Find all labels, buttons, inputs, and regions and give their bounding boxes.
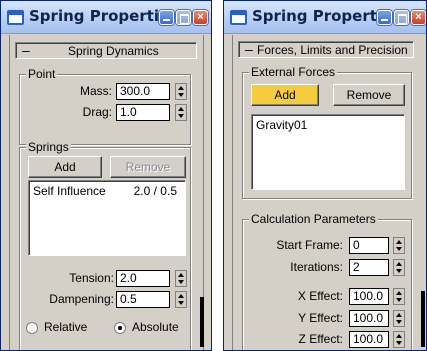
rollout-spring-dynamics[interactable]: – Spring Dynamics — [15, 42, 197, 59]
iterations-field[interactable]: 2 — [349, 259, 389, 276]
list-item[interactable]: Self Influence 2.0 / 0.5 — [33, 184, 181, 198]
mass-spinner[interactable] — [175, 83, 187, 100]
y-effect-spinner[interactable] — [393, 310, 405, 327]
group-label: Calculation Parameters — [249, 212, 378, 226]
relative-radio[interactable] — [26, 322, 38, 334]
start-frame-field[interactable]: 0 — [349, 237, 389, 254]
title-bar[interactable]: Spring Properti... × — [1, 1, 211, 34]
title-bar[interactable]: Spring Properti... × — [224, 1, 426, 34]
rollout-forces-limits-precision[interactable]: – Forces, Limits and Precision — [238, 41, 414, 58]
springs-list[interactable]: Self Influence 2.0 / 0.5 — [28, 180, 186, 256]
rollout-title: Forces, Limits and Precision — [257, 43, 408, 57]
dampening-label: Dampening: — [49, 292, 114, 306]
drag-field[interactable]: 1.0 — [116, 104, 170, 121]
collapse-icon: – — [245, 41, 253, 57]
mass-field[interactable]: 300.0 — [116, 83, 170, 100]
start-frame-spinner[interactable] — [393, 237, 405, 254]
external-forces-group: External Forces Add Remove Gravity01 — [242, 65, 412, 199]
remove-force-button[interactable]: Remove — [333, 84, 405, 106]
maximize-icon[interactable] — [394, 10, 409, 25]
add-force-button[interactable]: Add — [251, 84, 319, 106]
calculation-parameters-group: Calculation Parameters Start Frame: 0 It… — [242, 212, 412, 350]
spring-properties-window-right: Spring Properti... × – Forces, Limits an… — [223, 0, 427, 351]
dampening-field[interactable]: 0.5 — [116, 291, 170, 308]
app-window-icon — [7, 10, 24, 25]
window-title: Spring Properti... — [29, 7, 177, 25]
group-label: Springs — [26, 140, 71, 154]
panel-border — [9, 35, 10, 350]
drag-spinner[interactable] — [175, 104, 187, 121]
drag-label: Drag: — [82, 105, 112, 119]
tension-spinner[interactable] — [175, 270, 187, 287]
minimize-icon[interactable] — [377, 10, 392, 25]
dampening-spinner[interactable] — [175, 291, 187, 308]
scroll-indicator[interactable] — [200, 297, 204, 347]
start-frame-label: Start Frame: — [276, 238, 343, 252]
group-label: Point — [26, 67, 58, 81]
tension-field[interactable]: 2.0 — [116, 270, 170, 287]
panel-border — [232, 35, 233, 350]
close-icon[interactable]: × — [411, 10, 426, 25]
y-effect-label: Y Effect: — [298, 311, 343, 325]
list-item[interactable]: Gravity01 — [256, 118, 400, 132]
iterations-label: Iterations: — [290, 260, 343, 274]
spring-name: Self Influence — [33, 184, 106, 198]
x-effect-spinner[interactable] — [393, 288, 405, 305]
z-effect-field[interactable]: 100.0 — [349, 331, 389, 348]
relative-label: Relative — [44, 320, 88, 334]
forces-list[interactable]: Gravity01 — [251, 114, 405, 190]
absolute-radio[interactable] — [114, 322, 126, 334]
point-group: Point Mass: 300.0 Drag: 1.0 — [19, 67, 191, 145]
remove-spring-button[interactable]: Remove — [110, 156, 186, 178]
springs-group: Springs Add Remove Self Influence 2.0 / … — [19, 140, 191, 350]
close-icon[interactable]: × — [193, 10, 208, 25]
z-effect-label: Z Effect: — [298, 332, 343, 346]
maximize-icon[interactable] — [176, 10, 191, 25]
mass-label: Mass: — [79, 84, 112, 98]
add-spring-button[interactable]: Add — [28, 156, 102, 178]
z-effect-spinner[interactable] — [393, 331, 405, 348]
app-window-icon — [230, 10, 247, 25]
x-effect-label: X Effect: — [297, 289, 343, 303]
spring-properties-window-left: Spring Properti... × – Spring Dynamics P… — [0, 0, 212, 351]
group-label: External Forces — [249, 65, 338, 79]
iterations-spinner[interactable] — [393, 259, 405, 276]
collapse-icon: – — [22, 42, 30, 58]
scroll-indicator[interactable] — [421, 291, 425, 347]
y-effect-field[interactable]: 100.0 — [349, 310, 389, 327]
x-effect-field[interactable]: 100.0 — [349, 288, 389, 305]
tension-label: Tension: — [69, 271, 114, 285]
minimize-icon[interactable] — [159, 10, 174, 25]
rollout-title: Spring Dynamics — [68, 44, 159, 58]
absolute-label: Absolute — [132, 320, 179, 334]
spring-value: 2.0 / 0.5 — [133, 184, 177, 198]
